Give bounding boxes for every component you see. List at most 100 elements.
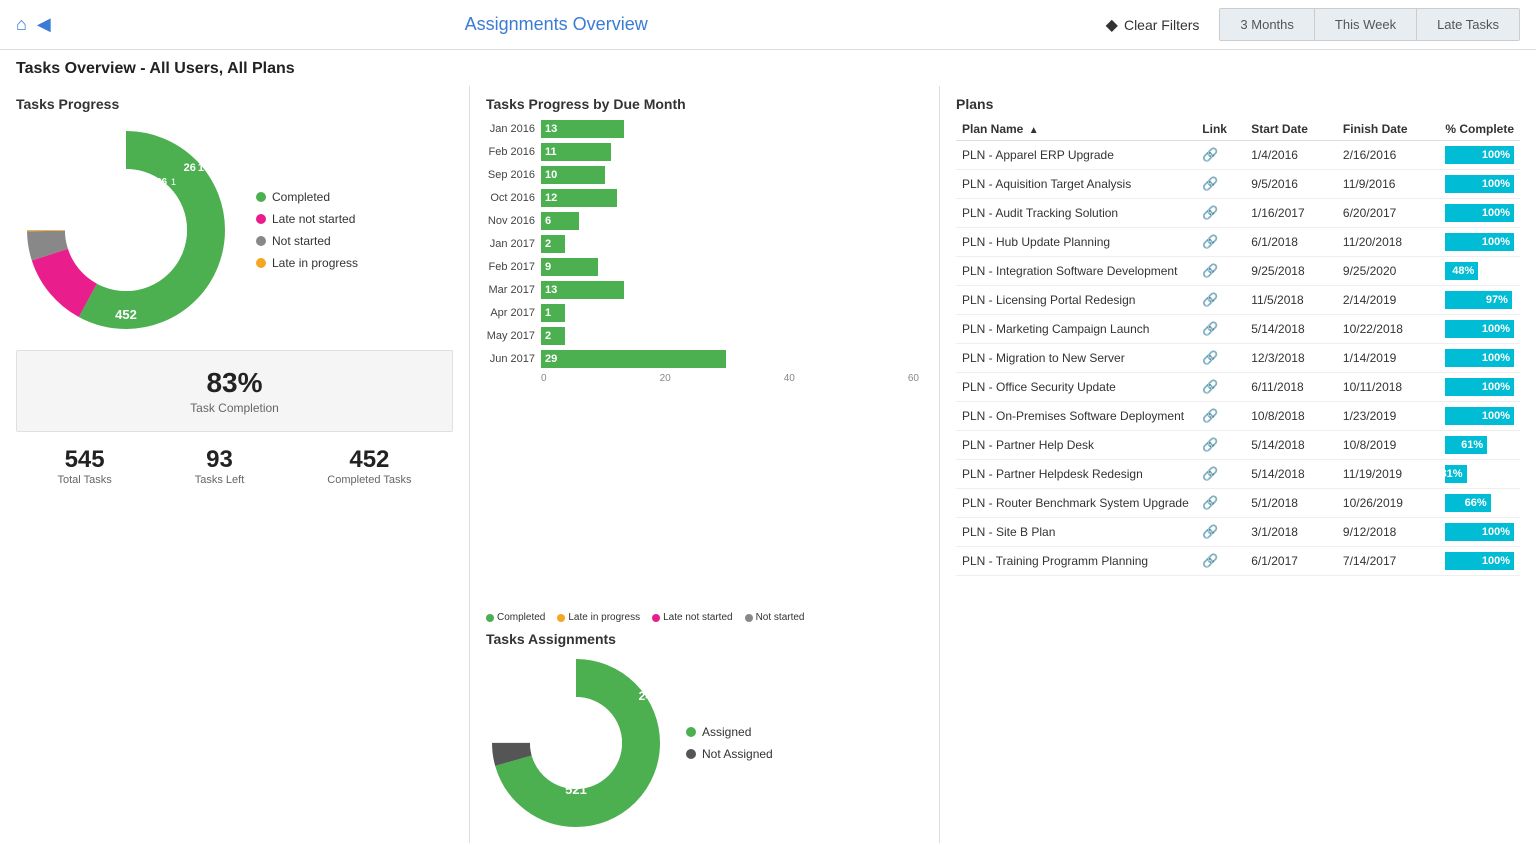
link-cell[interactable]: 🔗 (1196, 170, 1245, 199)
legend-assigned: Assigned (686, 725, 773, 739)
donut-area: 452 66 26 1 452 66 26 1 Completed (16, 120, 453, 340)
link-cell[interactable]: 🔗 (1196, 431, 1245, 460)
bar-row: Feb 2016 11 (486, 143, 923, 161)
bar-label: Feb 2016 (486, 146, 541, 158)
late-not-started-label: Late not started (272, 212, 355, 226)
plan-name-cell: PLN - Aquisition Target Analysis (956, 170, 1196, 199)
pct-bar: 66% (1445, 494, 1490, 512)
link-cell[interactable]: 🔗 (1196, 344, 1245, 373)
completed-dot (256, 192, 266, 202)
link-icon[interactable]: 🔗 (1202, 176, 1218, 191)
link-cell[interactable]: 🔗 (1196, 141, 1245, 170)
assigned-label: Assigned (702, 725, 751, 739)
plans-table-header: Plan Name ▲ Link Start Date Finish Date … (956, 118, 1520, 141)
link-icon[interactable]: 🔗 (1202, 379, 1218, 394)
link-icon[interactable]: 🔗 (1202, 408, 1218, 423)
link-cell[interactable]: 🔗 (1196, 489, 1245, 518)
link-icon[interactable]: 🔗 (1202, 321, 1218, 336)
finish-date-cell: 1/23/2019 (1337, 402, 1439, 431)
link-icon[interactable]: 🔗 (1202, 350, 1218, 365)
table-row: PLN - Integration Software Development 🔗… (956, 257, 1520, 286)
link-icon[interactable]: 🔗 (1202, 524, 1218, 539)
table-row: PLN - Migration to New Server 🔗 12/3/201… (956, 344, 1520, 373)
assign-legend: Assigned Not Assigned (686, 725, 773, 761)
finish-date-cell: 11/9/2016 (1337, 170, 1439, 199)
link-cell[interactable]: 🔗 (1196, 547, 1245, 576)
bar-completed-dot (486, 614, 494, 622)
link-icon[interactable]: 🔗 (1202, 234, 1218, 249)
clear-filters-button[interactable]: ◆ Clear Filters (1106, 15, 1200, 35)
link-icon[interactable]: 🔗 (1202, 292, 1218, 307)
table-row: PLN - Partner Helpdesk Redesign 🔗 5/14/2… (956, 460, 1520, 489)
table-row: PLN - Hub Update Planning 🔗 6/1/2018 11/… (956, 228, 1520, 257)
link-cell[interactable]: 🔗 (1196, 286, 1245, 315)
link-cell[interactable]: 🔗 (1196, 257, 1245, 286)
plan-name-cell: PLN - Office Security Update (956, 373, 1196, 402)
app-header: ⌂ ◀ Assignments Overview ◆ Clear Filters… (0, 0, 1536, 50)
legend-late-not-started: Late not started (256, 212, 358, 226)
tab-3months[interactable]: 3 Months (1220, 9, 1314, 40)
bar-track: 2 (541, 327, 923, 345)
plan-name-cell: PLN - On-Premises Software Deployment (956, 402, 1196, 431)
start-date-cell: 5/14/2018 (1245, 315, 1337, 344)
bar-fill: 2 (541, 327, 565, 345)
bar-fill: 9 (541, 258, 598, 276)
plan-name-cell: PLN - Migration to New Server (956, 344, 1196, 373)
link-cell[interactable]: 🔗 (1196, 460, 1245, 489)
not-started-label: Not started (272, 234, 331, 248)
pct-cell: 100% (1439, 518, 1520, 547)
tasks-donut-chart: 452 66 26 1 452 66 26 1 (16, 120, 236, 340)
bar-track: 9 (541, 258, 923, 276)
bar-late-not-started-label: Late not started (663, 612, 733, 623)
bar-axis: 0 20 40 60 (486, 373, 923, 384)
assign-area: 521 24 Assigned Not Assigned (486, 653, 923, 833)
pct-cell: 100% (1439, 402, 1520, 431)
link-cell[interactable]: 🔗 (1196, 199, 1245, 228)
link-cell[interactable]: 🔗 (1196, 518, 1245, 547)
bar-not-started-label: Not started (756, 612, 805, 623)
bar-track: 6 (541, 212, 923, 230)
plan-name-cell: PLN - Apparel ERP Upgrade (956, 141, 1196, 170)
start-date-cell: 1/4/2016 (1245, 141, 1337, 170)
link-cell[interactable]: 🔗 (1196, 315, 1245, 344)
bar-track: 29 (541, 350, 923, 368)
start-date-cell: 5/1/2018 (1245, 489, 1337, 518)
start-date-cell: 1/16/2017 (1245, 199, 1337, 228)
bar-legend-late-not-started: Late not started (652, 612, 733, 623)
pct-cell: 48% (1439, 257, 1520, 286)
plan-name-cell: PLN - Hub Update Planning (956, 228, 1196, 257)
bar-row: Jan 2016 13 (486, 120, 923, 138)
link-icon[interactable]: 🔗 (1202, 553, 1218, 568)
link-cell[interactable]: 🔗 (1196, 402, 1245, 431)
table-row: PLN - Audit Tracking Solution 🔗 1/16/201… (956, 199, 1520, 228)
bar-label: Mar 2017 (486, 284, 541, 296)
legend-not-assigned: Not Assigned (686, 747, 773, 761)
link-icon[interactable]: 🔗 (1202, 466, 1218, 481)
not-assigned-label: Not Assigned (702, 747, 773, 761)
completed-tasks-value: 452 (327, 446, 411, 474)
pct-cell: 66% (1439, 489, 1520, 518)
bar-fill: 2 (541, 235, 565, 253)
link-icon[interactable]: 🔗 (1202, 437, 1218, 452)
bar-label: Oct 2016 (486, 192, 541, 204)
link-cell[interactable]: 🔗 (1196, 373, 1245, 402)
plan-name-cell: PLN - Partner Help Desk (956, 431, 1196, 460)
svg-text:1: 1 (171, 177, 176, 187)
late-in-progress-label: Late in progress (272, 256, 358, 270)
link-icon[interactable]: 🔗 (1202, 263, 1218, 278)
finish-date-cell: 7/14/2017 (1337, 547, 1439, 576)
link-icon[interactable]: 🔗 (1202, 495, 1218, 510)
bar-track: 13 (541, 281, 923, 299)
tab-thisweek[interactable]: This Week (1315, 9, 1417, 40)
table-row: PLN - Licensing Portal Redesign 🔗 11/5/2… (956, 286, 1520, 315)
link-icon[interactable]: 🔗 (1202, 147, 1218, 162)
bar-row: Nov 2016 6 (486, 212, 923, 230)
pct-cell: 61% (1439, 431, 1520, 460)
plan-name-cell: PLN - Marketing Campaign Launch (956, 315, 1196, 344)
legend-completed: Completed (256, 190, 358, 204)
pct-bar: 100% (1445, 320, 1514, 338)
svg-text:26: 26 (156, 177, 168, 188)
link-cell[interactable]: 🔗 (1196, 228, 1245, 257)
tab-latetasks[interactable]: Late Tasks (1417, 9, 1519, 40)
link-icon[interactable]: 🔗 (1202, 205, 1218, 220)
